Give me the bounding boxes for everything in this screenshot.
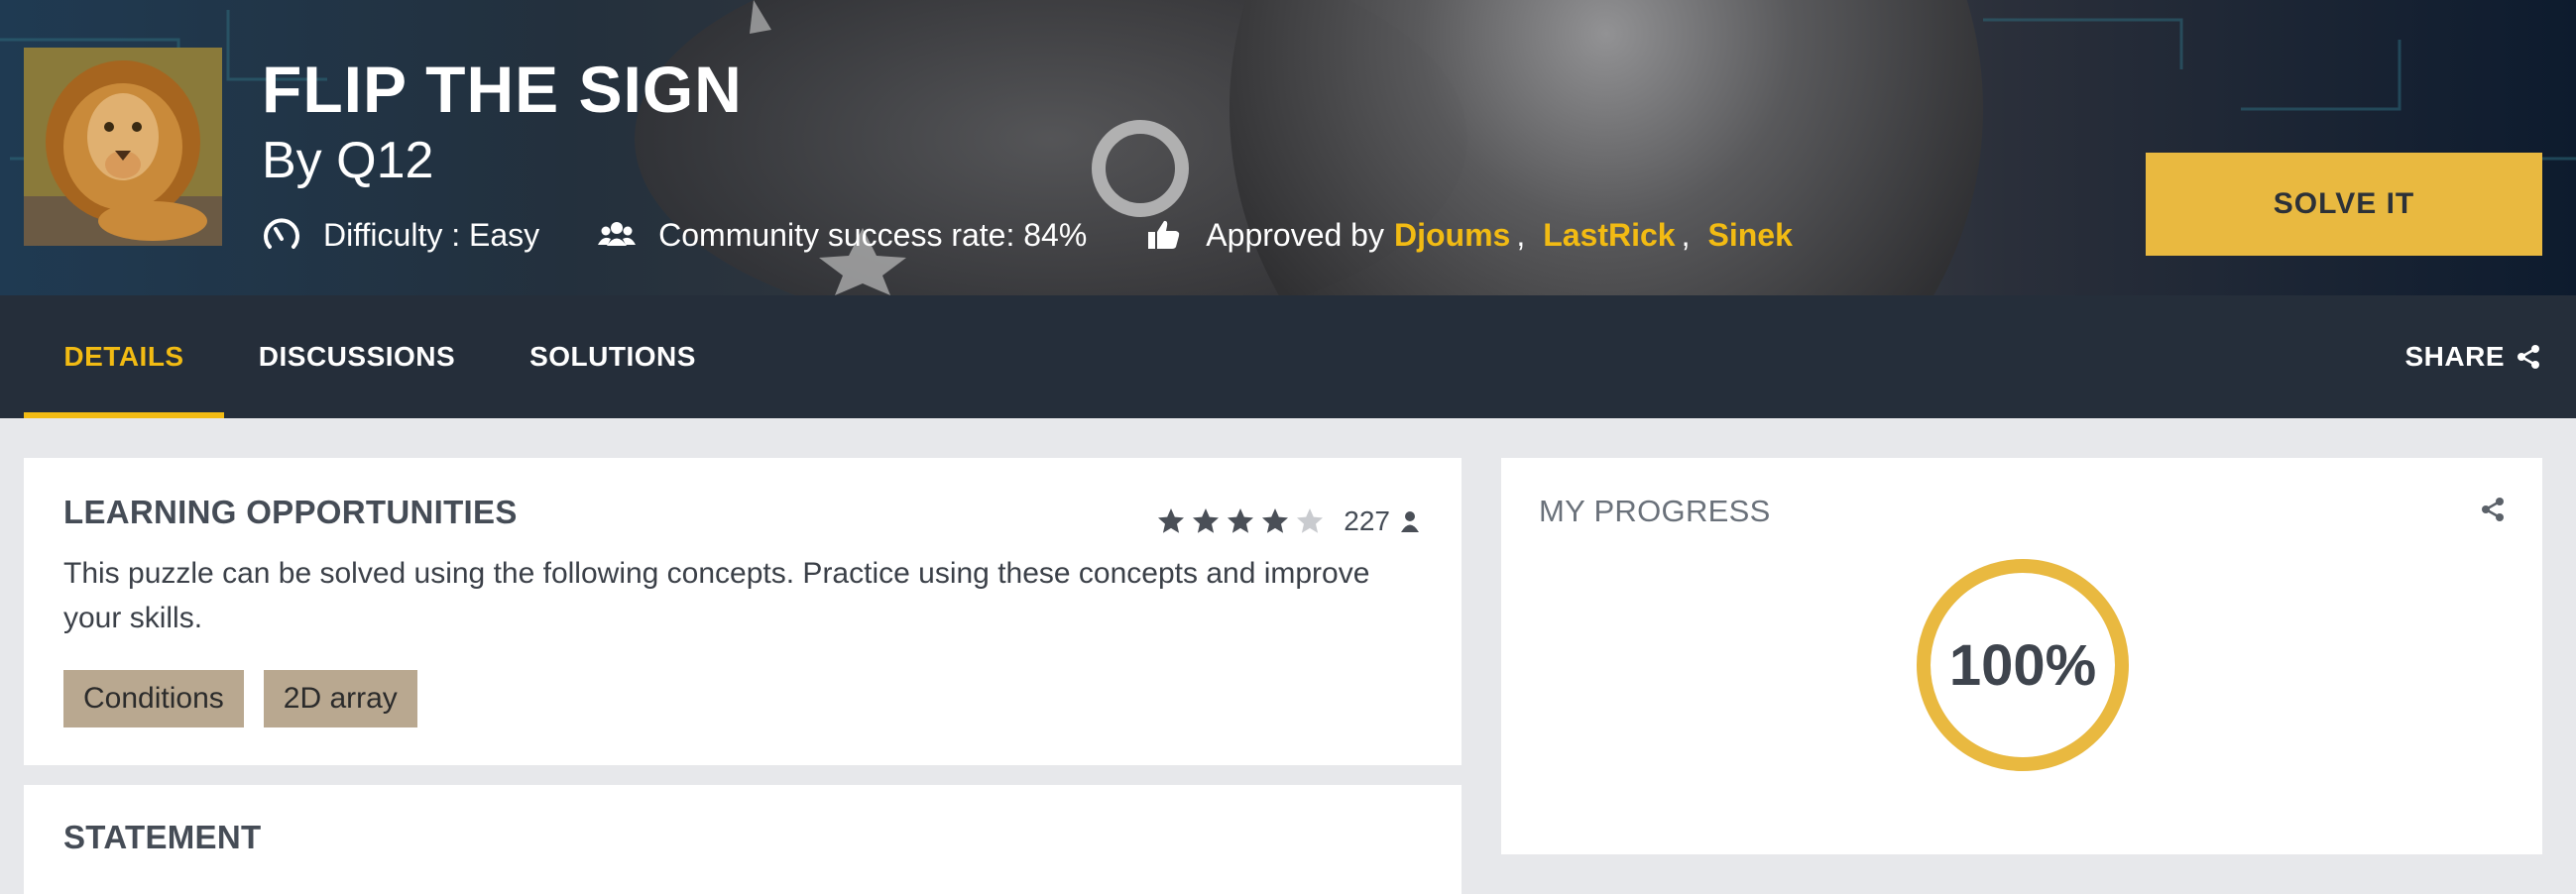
tab-solutions[interactable]: SOLUTIONS [516,295,710,418]
star-filled-icon[interactable] [1225,505,1256,537]
my-progress-card: MY PROGRESS 100% [1501,458,2542,854]
difficulty-label: Difficulty : Easy [323,216,540,253]
tab-details[interactable]: DETAILS [24,295,224,418]
solve-it-button[interactable]: SOLVE IT [2146,153,2542,256]
gauge-icon [262,215,301,255]
learning-opportunities-card: LEARNING OPPORTUNITIES 227 This puzzle c… [24,458,1462,765]
tag-2d-array[interactable]: 2D array [263,670,417,727]
concept-tags: Conditions 2D array [63,670,437,727]
puzzle-meta: Difficulty : Easy Community success rate… [262,210,1850,260]
star-filled-icon[interactable] [1155,505,1187,537]
tag-conditions[interactable]: Conditions [63,670,244,727]
share-button[interactable]: SHARE [2404,295,2542,418]
progress-percent: 100% [1948,632,2097,698]
learning-description: This puzzle can be solved using the foll… [63,557,1370,634]
progress-heading: MY PROGRESS [1539,494,1771,528]
lion-avatar-icon [24,48,222,246]
approver-link-djoums[interactable]: Djoums [1394,217,1510,254]
star-filled-icon[interactable] [1190,505,1222,537]
difficulty-info: Difficulty : Easy [262,215,539,255]
success-rate-label: Community success rate: 84% [658,216,1088,253]
approver-separator: , [1516,216,1526,253]
statement-heading: STATEMENT [63,819,262,855]
puzzle-title: FLIP THE SIGN [262,53,743,126]
approver-link-lastrick[interactable]: LastRick [1543,217,1675,254]
approver-link-sinek[interactable]: Sinek [1707,217,1792,254]
share-label: SHARE [2404,341,2505,372]
users-icon [597,215,637,255]
user-icon [1401,511,1419,532]
puzzle-tabs-bar: DETAILS DISCUSSIONS SOLUTIONS SHARE [0,295,2576,418]
thumbs-up-icon [1144,215,1184,255]
puzzle-rating[interactable]: 227 [1152,502,1422,541]
puzzle-avatar [24,48,222,246]
star-empty-icon[interactable] [1294,505,1326,537]
tab-discussions[interactable]: DISCUSSIONS [252,295,462,418]
statement-card: STATEMENT [24,785,1462,894]
puzzle-author: By Q12 [262,132,434,189]
approved-prefix: Approved by [1206,216,1384,253]
star-filled-icon[interactable] [1259,505,1291,537]
success-rate-info: Community success rate: 84% [597,215,1087,255]
approved-info: Approved by Djoums , LastRick , Sinek [1144,215,1793,255]
learning-heading: LEARNING OPPORTUNITIES [63,494,518,530]
rating-count: 227 [1344,505,1390,536]
share-icon [2517,345,2539,369]
share-progress-icon[interactable] [2479,496,2507,523]
puzzle-header: FLIP THE SIGN By Q12 Difficulty : Easy C… [0,0,2576,295]
approver-separator: , [1681,216,1691,253]
